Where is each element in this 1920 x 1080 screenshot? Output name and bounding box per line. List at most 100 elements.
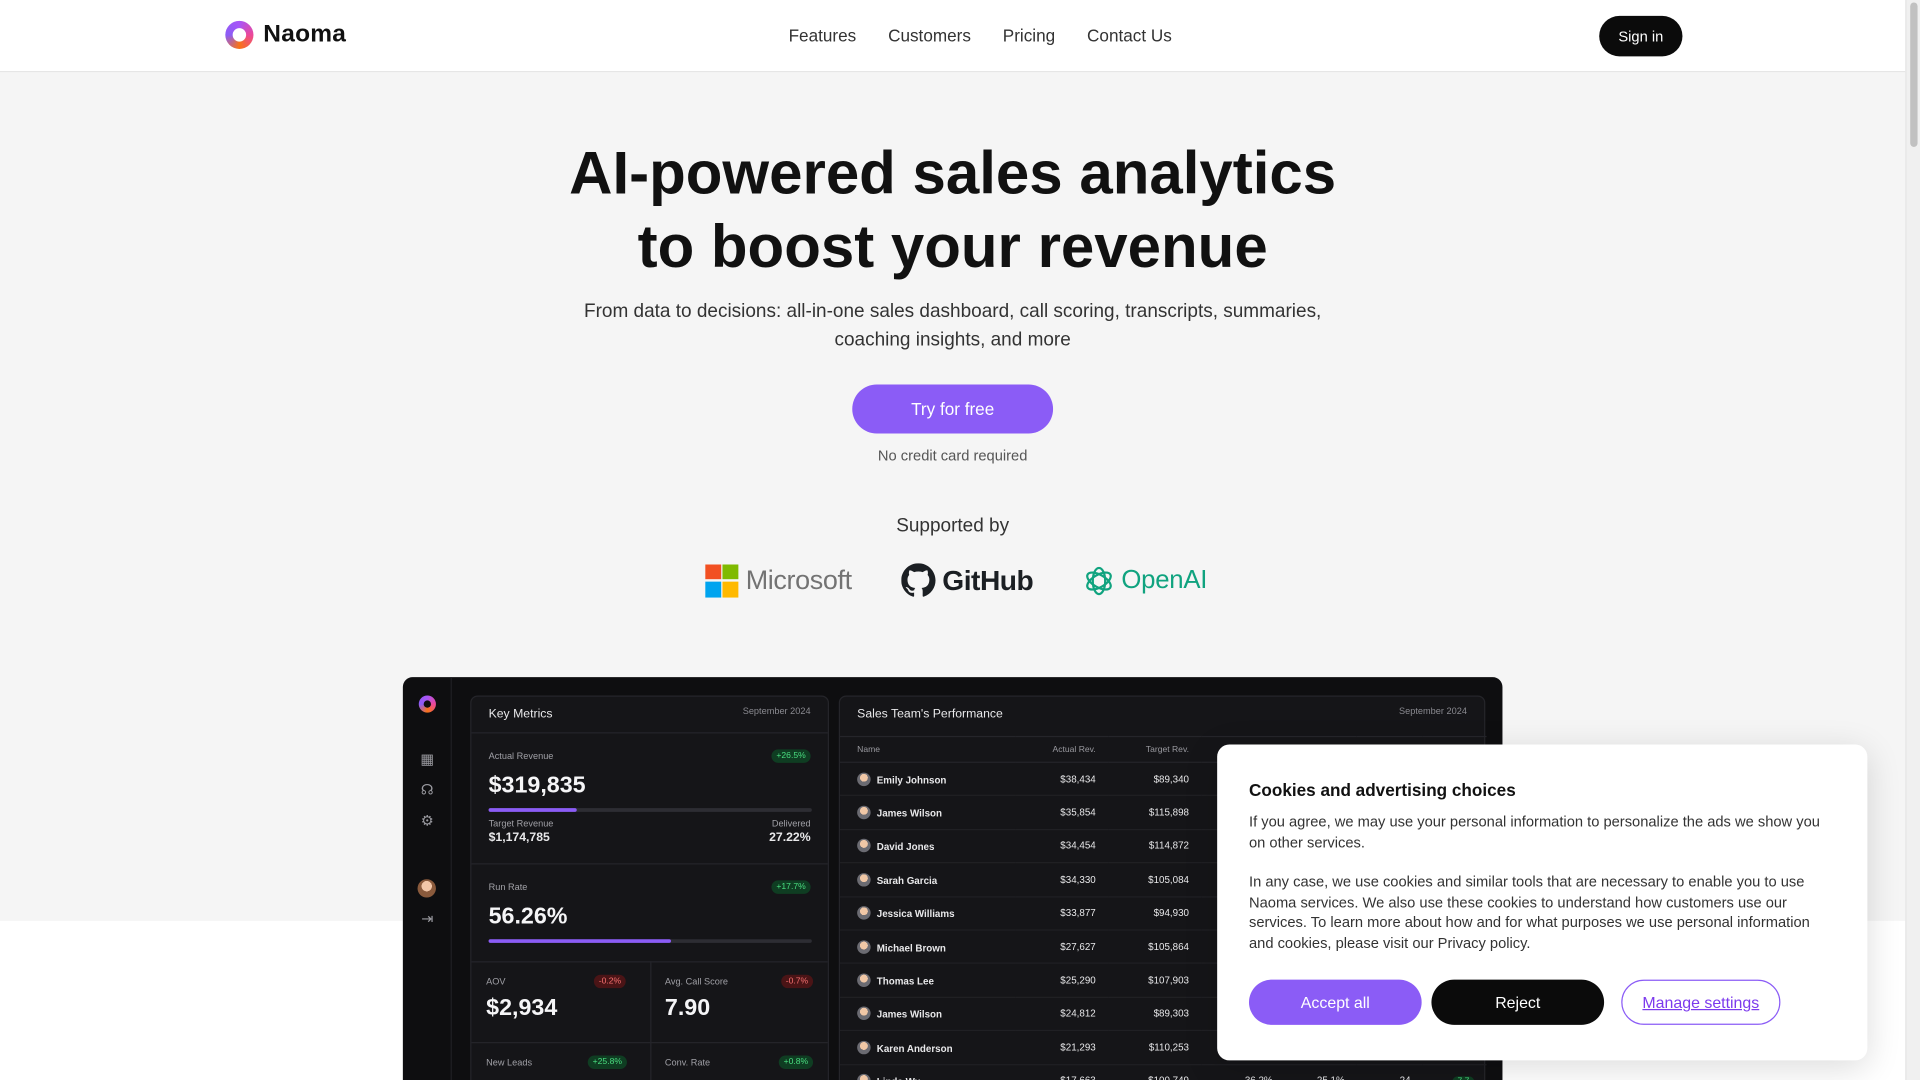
microsoft-squares-icon <box>705 563 739 597</box>
avg-call-score-value: 7.90 <box>664 995 711 1022</box>
performance-title: Sales Team's Performance <box>857 707 1003 722</box>
site-header: Naoma Features Customers Pricing Contact… <box>0 0 1906 73</box>
rep-name: Linda Wu <box>877 1077 921 1080</box>
rep-name-cell: Sarah Garcia <box>840 862 1015 898</box>
actual-revenue-progress <box>488 808 812 812</box>
scrollbar-thumb[interactable] <box>1910 2 1918 147</box>
hero-title-line-1: AI-powered sales analytics <box>569 140 1337 207</box>
cookie-paragraph-2: In any case, we use cookies and similar … <box>1248 873 1810 951</box>
dashboard-sidebar: ▦ ☊ ⚙ ⇥ <box>403 677 452 1080</box>
nav-customers[interactable]: Customers <box>888 26 971 46</box>
reject-button[interactable]: Reject <box>1431 979 1605 1025</box>
page: Naoma Features Customers Pricing Contact… <box>0 0 1920 1080</box>
page-scrollbar[interactable] <box>1905 0 1920 1080</box>
brand-name: Naoma <box>263 20 347 48</box>
key-metrics-panel: Key Metrics September 2024 Actual Revenu… <box>470 695 829 1080</box>
settings-gear-icon[interactable]: ⚙ <box>419 812 436 829</box>
rep-avatar <box>857 839 871 853</box>
table-cell: $110,253 <box>1107 1030 1202 1065</box>
rep-avatar <box>857 1040 871 1055</box>
rep-name-cell: James Wilson <box>840 997 1015 1032</box>
cookie-paragraph-1: If you agree, we may use your personal i… <box>1248 813 1820 851</box>
nav-pricing[interactable]: Pricing <box>1003 26 1055 46</box>
table-cell: $114,872 <box>1107 829 1202 864</box>
table-cell: $25,290 <box>1014 963 1108 998</box>
actual-revenue-label: Actual Revenue <box>488 750 554 762</box>
table-cell: 24 <box>1356 1064 1423 1080</box>
logout-icon[interactable]: ⇥ <box>419 910 436 927</box>
table-cell: $107,903 <box>1107 963 1202 998</box>
naoma-logo-icon <box>225 20 254 49</box>
avg-call-score-change: -0.7% <box>780 974 814 989</box>
hero-title-line-2: to boost your revenue <box>637 214 1268 281</box>
delivered-value: 27.22% <box>769 831 811 845</box>
brand-logo[interactable]: Naoma <box>225 20 347 49</box>
table-row[interactable]: Linda Wu $17,663$100,74936.2%25.1%24 7.7 <box>840 1064 1487 1080</box>
table-cell: $17,663 <box>1014 1064 1108 1080</box>
run-rate-progress <box>488 939 812 943</box>
target-revenue-value: $1,174,785 <box>488 831 550 845</box>
nav-contact-us[interactable]: Contact Us <box>1087 26 1172 46</box>
user-avatar[interactable] <box>417 879 436 898</box>
rep-name-cell: Thomas Lee <box>840 963 1015 998</box>
headphones-icon[interactable]: ☊ <box>419 781 436 798</box>
rep-avatar <box>857 1007 871 1021</box>
conv-rate-change: +0.8% <box>778 1055 814 1069</box>
rep-avatar <box>857 1074 871 1080</box>
conv-rate-label: Conv. Rate <box>664 1056 711 1068</box>
accept-all-button[interactable]: Accept all <box>1248 979 1422 1025</box>
table-cell: $89,340 <box>1107 762 1202 797</box>
column-header[interactable]: Actual Rev. <box>1014 735 1108 763</box>
table-cell: $24,812 <box>1014 997 1108 1032</box>
aov-change: -0.2% <box>593 974 627 989</box>
table-cell: $27,627 <box>1014 929 1108 965</box>
rep-name-cell: David Jones <box>840 829 1015 864</box>
rep-avatar <box>857 805 871 820</box>
table-cell: $34,330 <box>1014 862 1108 898</box>
rep-avatar <box>857 772 871 786</box>
rep-name-cell: Emily Johnson <box>840 762 1015 797</box>
actual-revenue-value: $319,835 <box>488 772 586 799</box>
cta-note: No credit card required <box>877 446 1028 465</box>
table-cell: $21,293 <box>1014 1030 1108 1065</box>
rep-name: James Wilson <box>876 1009 942 1021</box>
rep-avatar <box>857 973 871 987</box>
key-metrics-title: Key Metrics <box>488 707 553 722</box>
hero-title: AI-powered sales analytics to boost your… <box>463 137 1443 284</box>
try-for-free-button[interactable]: Try for free <box>852 384 1054 434</box>
table-cell: 36.2% <box>1201 1064 1285 1080</box>
table-cell: 25.1% <box>1284 1064 1357 1080</box>
new-leads-change: +25.8% <box>587 1055 627 1069</box>
run-rate-value: 56.26% <box>488 903 568 930</box>
rep-avatar <box>857 872 871 887</box>
run-rate-change: +17.7% <box>771 880 811 894</box>
nav-features[interactable]: Features <box>789 26 857 46</box>
run-rate-label: Run Rate <box>488 881 528 893</box>
openai-wordmark: OpenAI <box>1121 565 1208 594</box>
microsoft-logo: Microsoft <box>705 563 852 597</box>
aov-value: $2,934 <box>486 995 558 1022</box>
rep-name: David Jones <box>876 841 935 853</box>
rep-avatar <box>857 939 871 954</box>
rep-name-cell: Linda Wu <box>840 1064 1015 1080</box>
column-header[interactable]: Target Rev. <box>1107 735 1202 763</box>
table-cell: $35,854 <box>1014 795 1108 830</box>
grid-icon[interactable]: ▦ <box>419 751 436 768</box>
manage-settings-button[interactable]: Manage settings <box>1621 979 1781 1025</box>
rep-name: Michael Brown <box>876 942 946 954</box>
rep-name: Thomas Lee <box>876 975 934 987</box>
rep-name: Sarah Garcia <box>876 875 938 887</box>
rep-name-cell: Karen Anderson <box>840 1030 1015 1065</box>
table-cell: $105,864 <box>1107 929 1202 965</box>
hero-subtitle: From data to decisions: all-in-one sales… <box>583 301 1322 351</box>
rep-name: James Wilson <box>876 808 942 820</box>
rep-name: Karen Anderson <box>876 1043 953 1055</box>
sign-in-button[interactable]: Sign in <box>1599 15 1683 57</box>
column-header[interactable]: Name <box>840 735 1015 763</box>
table-cell: 7.7 <box>1422 1064 1487 1080</box>
table-cell: $33,877 <box>1014 896 1108 931</box>
microsoft-wordmark: Microsoft <box>745 564 852 596</box>
github-wordmark: GitHub <box>942 563 1034 596</box>
target-revenue-label: Target Revenue <box>488 817 554 829</box>
table-cell: $34,454 <box>1014 829 1108 864</box>
